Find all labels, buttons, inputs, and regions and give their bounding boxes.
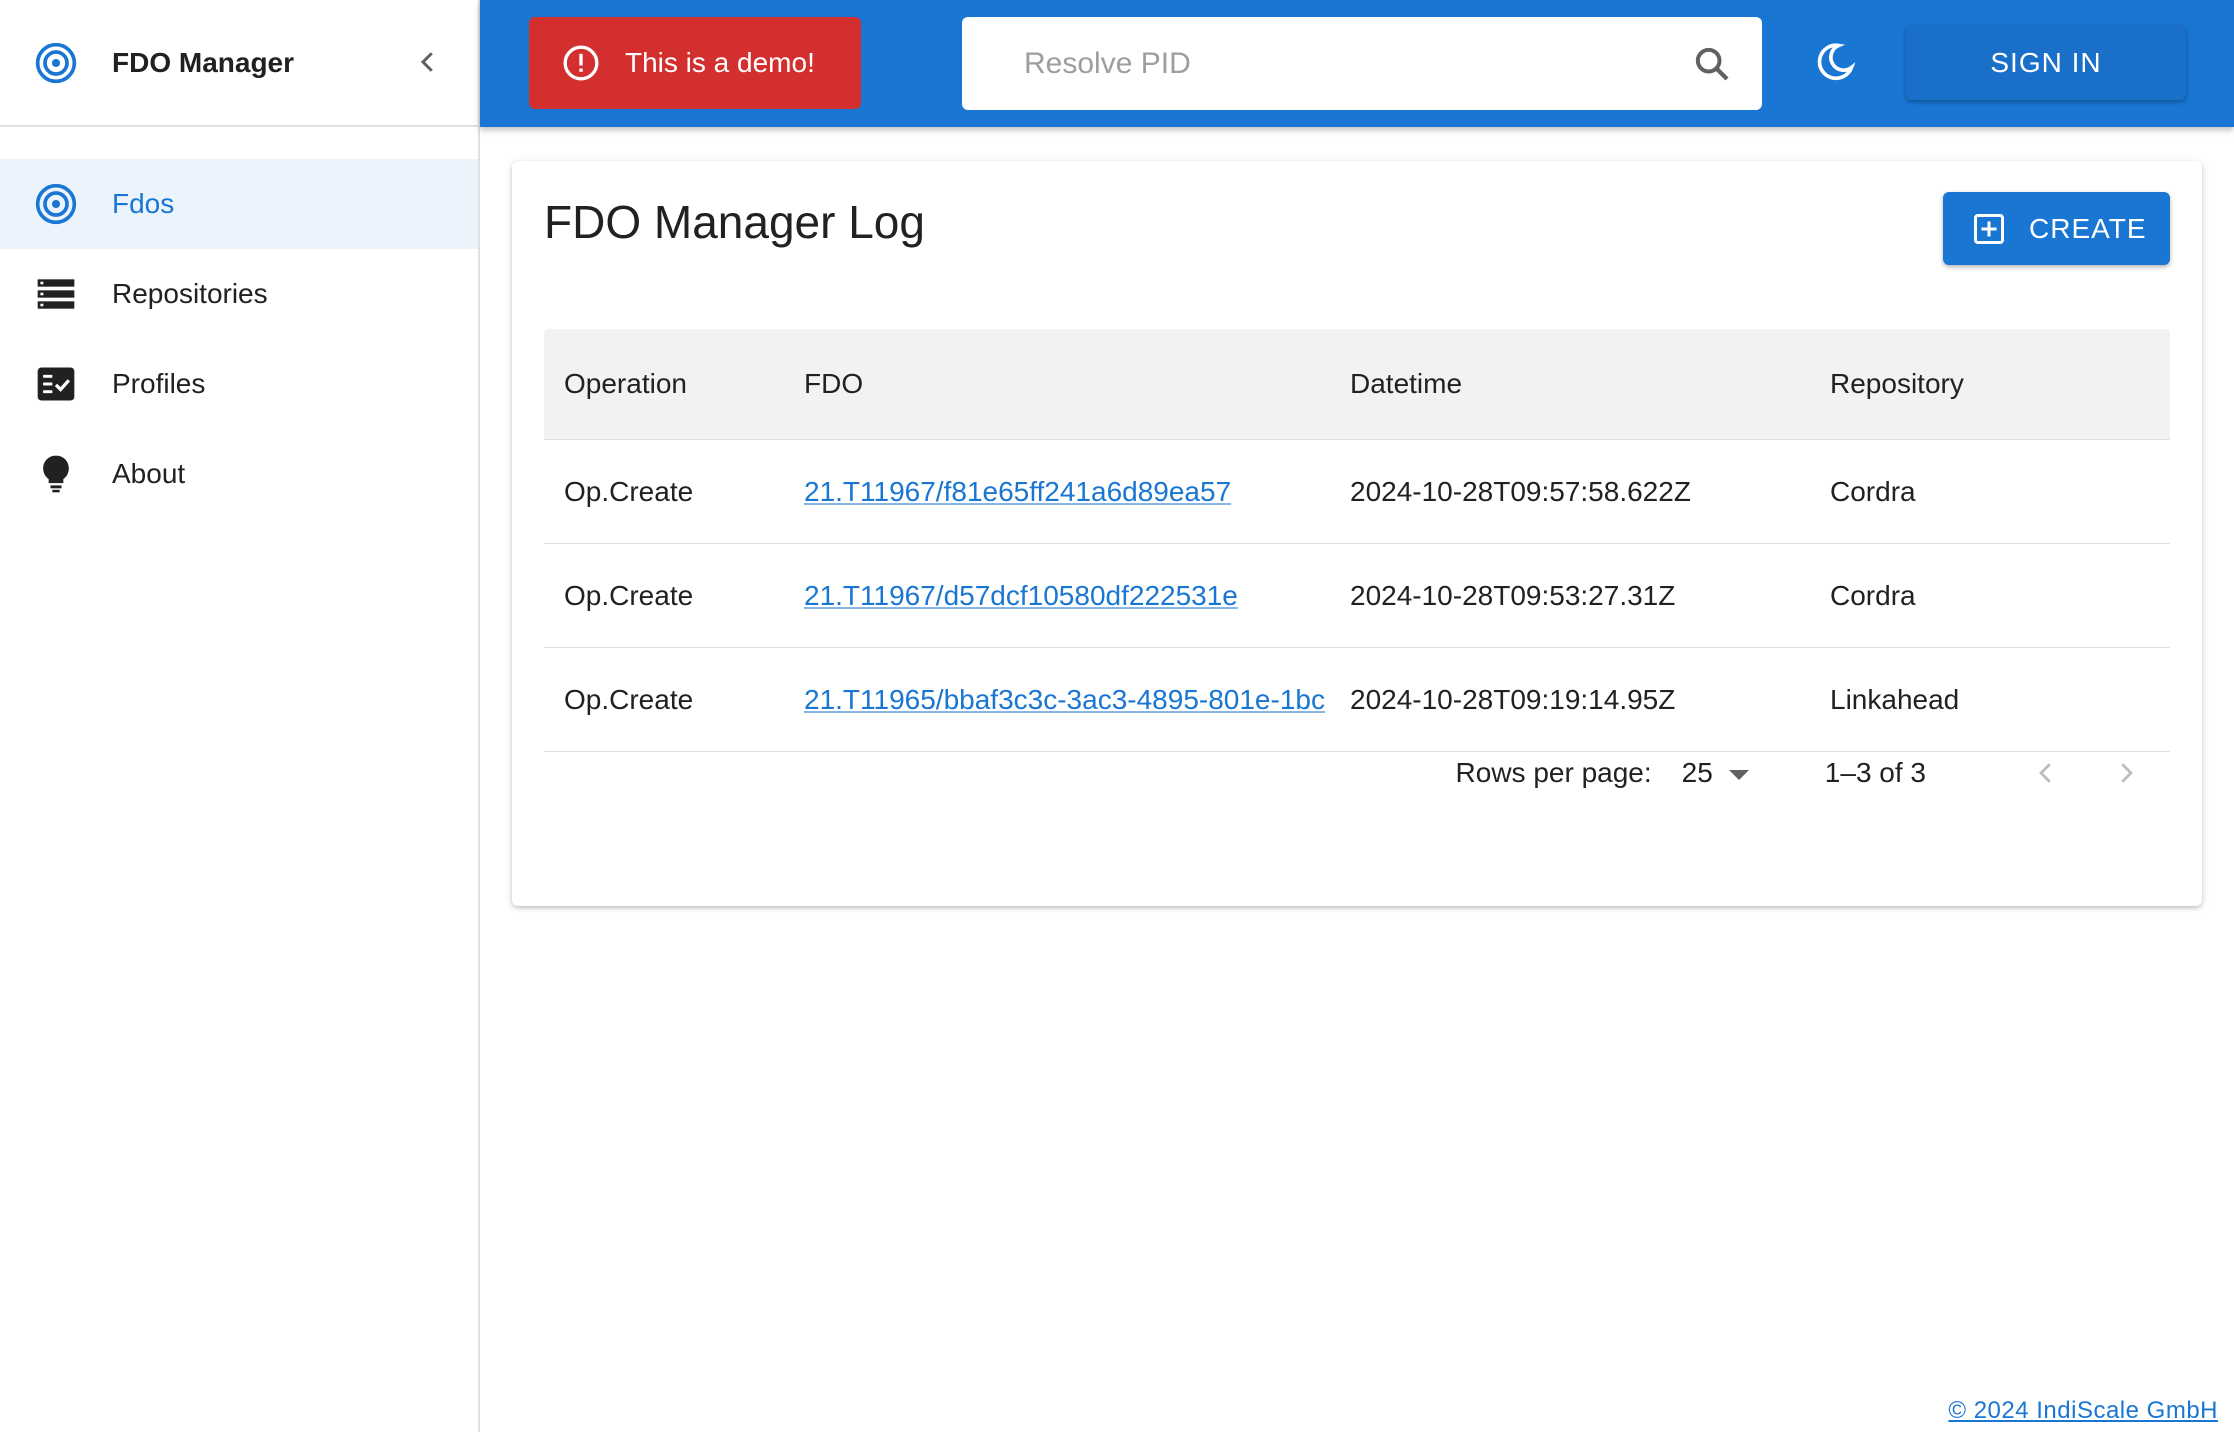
collapse-sidebar-button[interactable] [408, 42, 448, 82]
chevron-left-icon [2039, 763, 2051, 783]
fdo-cell: 21.T11965/bbaf3c3c-3ac3-4895-801e-1bc [784, 684, 1330, 716]
chevron-right-icon [2121, 763, 2133, 783]
operation-cell: Op.Create [564, 683, 694, 715]
fdo-link[interactable]: 21.T11967/f81e65ff241a6d89ea57 [804, 476, 1231, 507]
lightbulb-icon [34, 452, 78, 496]
table-pagination: Rows per page: 25 1–3 of 3 [544, 743, 2170, 803]
repository-cell: Linkahead [1830, 683, 1960, 715]
rows-per-page-select[interactable]: 25 [1682, 757, 1749, 789]
sidebar-item-label: Repositories [112, 278, 268, 309]
repository-cell: Cordra [1830, 475, 1916, 507]
sidebar-item-profiles[interactable]: Profiles [0, 339, 478, 429]
demo-alert: This is a demo! [529, 17, 861, 109]
sidebar-item-fdos[interactable]: Fdos [0, 159, 478, 249]
rows-per-page-label: Rows per page: [1455, 757, 1652, 788]
table-header: Operation FDO Datetime Repository [544, 329, 2170, 440]
next-page-button[interactable] [2106, 753, 2146, 793]
sidebar-nav: Fdos Repositories Profiles About [0, 127, 478, 519]
create-button-label: CREATE [2029, 212, 2147, 244]
sidebar: FDO Manager Fdos Repositories Profiles A… [0, 0, 480, 1432]
operation-cell: Op.Create [564, 579, 694, 611]
target-icon [34, 182, 78, 226]
rows-per-page-value: 25 [1681, 757, 1713, 788]
column-header-repository[interactable]: Repository [1810, 368, 2170, 400]
add-box-icon [1974, 213, 2004, 244]
sidebar-item-label: About [112, 458, 186, 489]
brand: FDO Manager [0, 0, 478, 127]
sidebar-item-label: Fdos [112, 188, 175, 219]
datetime-cell: 2024-10-28T09:57:58.622Z [1350, 475, 1691, 507]
column-header-operation[interactable]: Operation [544, 368, 784, 400]
resolve-pid-input[interactable] [1024, 46, 1664, 81]
checklist-icon [34, 362, 78, 406]
fdo-cell: 21.T11967/d57dcf10580df222531e [784, 580, 1330, 612]
repository-cell: Cordra [1830, 579, 1916, 611]
table-row: Op.Create 21.T11967/f81e65ff241a6d89ea57… [544, 440, 2170, 544]
column-header-fdo[interactable]: FDO [784, 368, 1330, 400]
datetime-cell: 2024-10-28T09:53:27.31Z [1350, 579, 1676, 611]
storage-icon [34, 272, 78, 316]
table-row: Op.Create 21.T11967/d57dcf10580df222531e… [544, 544, 2170, 648]
app-title: FDO Manager [112, 46, 295, 78]
fdo-link[interactable]: 21.T11967/d57dcf10580df222531e [804, 580, 1238, 611]
demo-alert-text: This is a demo! [625, 47, 815, 78]
operation-cell: Op.Create [564, 475, 694, 507]
sidebar-item-label: Profiles [112, 368, 206, 399]
sidebar-item-repositories[interactable]: Repositories [0, 249, 478, 339]
fdo-cell: 21.T11967/f81e65ff241a6d89ea57 [784, 476, 1330, 508]
pagination-range: 1–3 of 3 [1824, 757, 1926, 788]
previous-page-button[interactable] [2026, 753, 2066, 793]
sidebar-item-about[interactable]: About [0, 429, 478, 519]
chevron-left-icon [420, 52, 433, 72]
dark-mode-icon[interactable] [1813, 40, 1857, 84]
table-row: Op.Create 21.T11965/bbaf3c3c-3ac3-4895-8… [544, 648, 2170, 752]
create-button[interactable]: CREATE [1943, 192, 2170, 265]
target-icon [35, 42, 77, 83]
fdo-link[interactable]: 21.T11965/bbaf3c3c-3ac3-4895-801e-1bc [804, 684, 1325, 715]
log-table: Operation FDO Datetime Repository Op.Cre… [544, 329, 2170, 752]
caret-down-icon [1728, 770, 1749, 780]
search-box [962, 17, 1762, 110]
page-title: FDO Manager Log [544, 196, 925, 248]
log-card: FDO Manager Log CREATE Operation FDO Dat… [512, 161, 2202, 906]
datetime-cell: 2024-10-28T09:19:14.95Z [1350, 683, 1676, 715]
column-header-datetime[interactable]: Datetime [1330, 368, 1810, 400]
top-bar: This is a demo! SIGN IN [480, 0, 2234, 127]
sign-in-button[interactable]: SIGN IN [1906, 26, 2186, 100]
copyright-link[interactable]: © 2024 IndiScale GmbH [1948, 1397, 2218, 1425]
error-icon [563, 45, 599, 81]
search-icon[interactable] [1692, 44, 1732, 84]
